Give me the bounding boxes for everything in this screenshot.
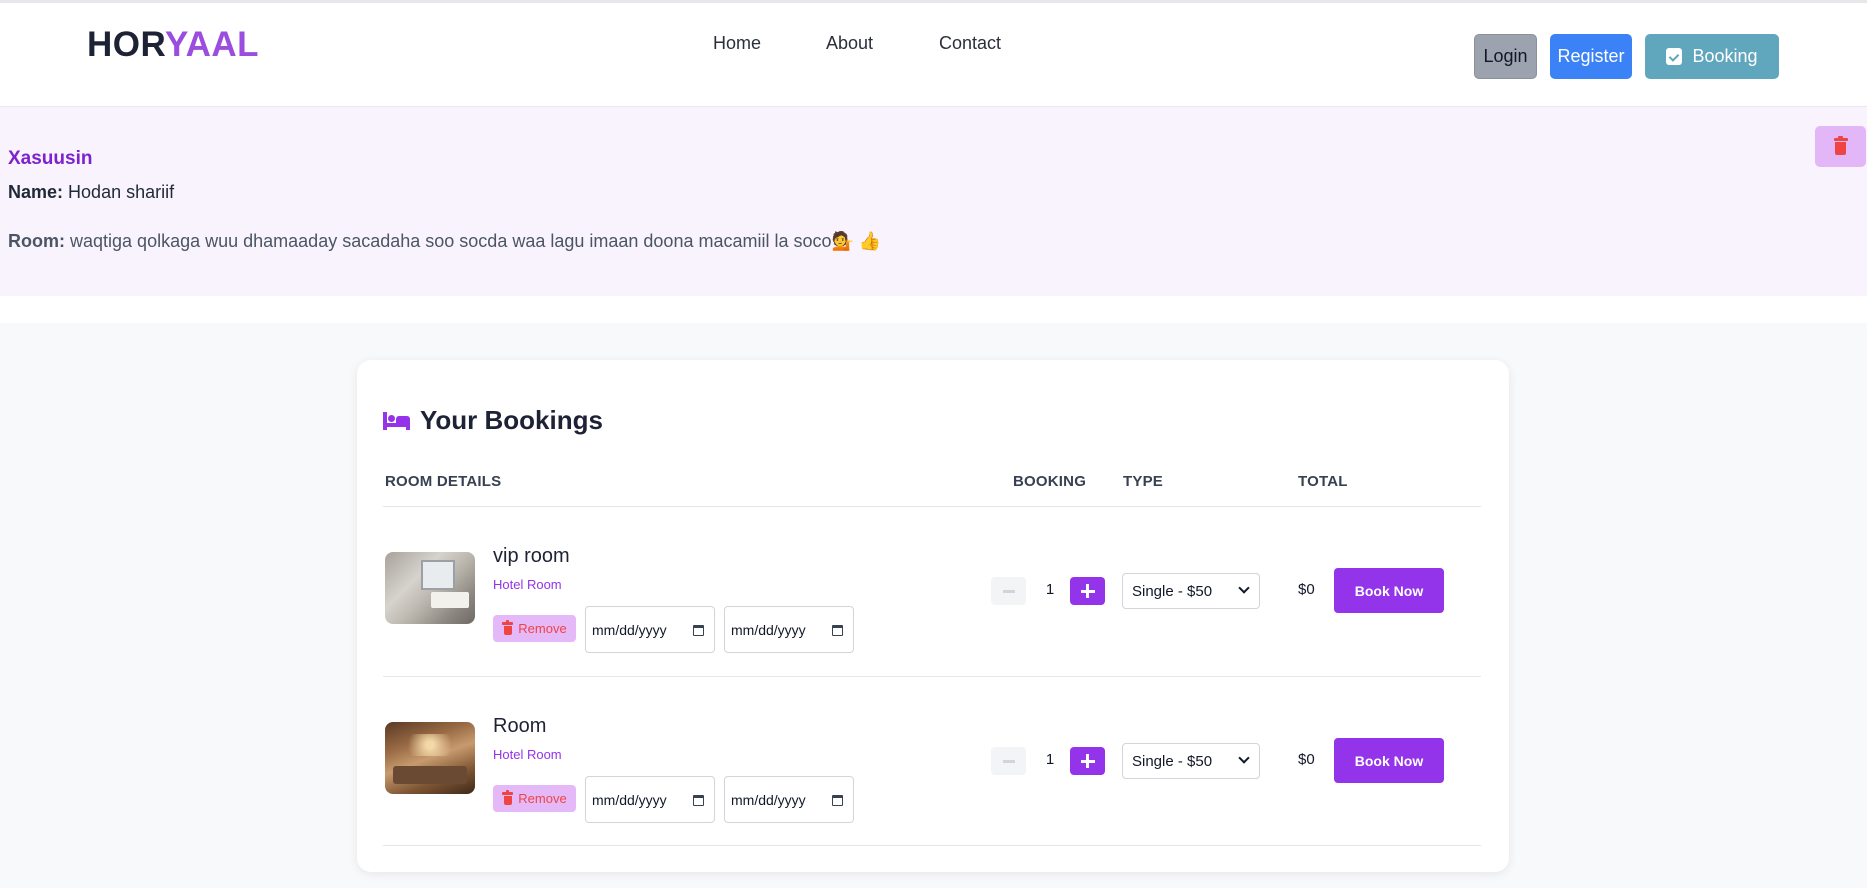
remove-button-label: Remove <box>518 791 567 806</box>
booking-row: vip room Hotel Room Remove mm/dd/yyyy mm… <box>357 507 1509 677</box>
login-button-label: Login <box>1483 46 1528 66</box>
booking-button[interactable]: Booking <box>1645 34 1779 79</box>
logo-text-primary: HOR <box>87 25 165 64</box>
notice-title: Xasuusin <box>8 148 93 169</box>
check-in-date-input[interactable]: mm/dd/yyyy <box>585 606 715 653</box>
notice-room-label: Room: <box>8 231 65 251</box>
trash-icon <box>502 790 514 805</box>
check-out-date-input[interactable]: mm/dd/yyyy <box>724 606 854 653</box>
bookings-title: Your Bookings <box>383 405 603 436</box>
column-header-type: TYPE <box>1123 473 1163 490</box>
notice-name-label: Name: <box>8 182 64 202</box>
date-placeholder: mm/dd/yyyy <box>592 791 667 808</box>
nav-contact-link[interactable]: Contact <box>939 33 1001 54</box>
trash-icon <box>1833 136 1848 155</box>
room-name: Room <box>493 715 547 737</box>
chevron-down-icon <box>1238 582 1250 594</box>
notice-name: Name: Hodan shariif <box>8 182 174 203</box>
book-now-label: Book Now <box>1354 582 1424 599</box>
book-now-button[interactable]: Book Now <box>1334 568 1444 613</box>
chevron-down-icon <box>1238 752 1250 764</box>
date-placeholder: mm/dd/yyyy <box>592 621 667 638</box>
column-header-room-details: ROOM DETAILS <box>385 473 502 490</box>
login-button[interactable]: Login <box>1474 34 1537 79</box>
room-category: Hotel Room <box>493 577 562 592</box>
trash-icon <box>502 620 514 635</box>
booking-row: Room Hotel Room Remove mm/dd/yyyy mm/dd/… <box>357 677 1509 847</box>
room-type-selected: Single - $50 <box>1132 582 1213 600</box>
remove-button[interactable]: Remove <box>493 785 576 812</box>
book-now-button[interactable]: Book Now <box>1334 738 1444 783</box>
site-header: HORYAAL Home About Contact Login Registe… <box>0 0 1867 107</box>
nav-about-link[interactable]: About <box>826 33 873 54</box>
room-thumbnail <box>385 552 475 624</box>
calendar-icon[interactable] <box>693 795 704 806</box>
nav-home-link[interactable]: Home <box>713 33 761 54</box>
register-button[interactable]: Register <box>1550 34 1632 79</box>
calendar-check-icon <box>1666 48 1683 65</box>
calendar-icon[interactable] <box>693 625 704 636</box>
notice-name-value: Hodan shariif <box>68 182 175 202</box>
row-divider <box>383 845 1481 846</box>
check-in-date-input[interactable]: mm/dd/yyyy <box>585 776 715 823</box>
spacer-band <box>0 296 1867 323</box>
check-out-date-input[interactable]: mm/dd/yyyy <box>724 776 854 823</box>
register-button-label: Register <box>1557 46 1625 66</box>
notice-room-value: waqtiga qolkaga wuu dhamaaday sacadaha s… <box>70 231 882 251</box>
minus-icon <box>1002 759 1015 763</box>
room-category: Hotel Room <box>493 747 562 762</box>
decrease-quantity-button[interactable] <box>991 577 1026 605</box>
notice-delete-button[interactable] <box>1815 126 1866 167</box>
remove-button[interactable]: Remove <box>493 615 576 642</box>
calendar-icon[interactable] <box>832 795 843 806</box>
increase-quantity-button[interactable] <box>1070 747 1105 775</box>
quantity-value: 1 <box>1045 751 1055 768</box>
decrease-quantity-button[interactable] <box>991 747 1026 775</box>
date-placeholder: mm/dd/yyyy <box>731 621 806 638</box>
notice-panel: Xasuusin Name: Hodan shariif Room: waqti… <box>0 107 1867 296</box>
booking-button-label: Booking <box>1692 46 1758 66</box>
date-placeholder: mm/dd/yyyy <box>731 791 806 808</box>
column-header-total: TOTAL <box>1298 473 1348 490</box>
remove-button-label: Remove <box>518 621 567 636</box>
calendar-icon[interactable] <box>832 625 843 636</box>
row-total: $0 <box>1298 581 1315 598</box>
bed-icon <box>383 411 410 430</box>
bookings-card: Your Bookings ROOM DETAILS BOOKING TYPE … <box>357 360 1509 872</box>
notice-room: Room: waqtiga qolkaga wuu dhamaaday saca… <box>8 231 881 252</box>
room-type-select[interactable]: Single - $50 <box>1122 743 1260 779</box>
increase-quantity-button[interactable] <box>1070 577 1105 605</box>
column-header-booking: BOOKING <box>1013 473 1087 490</box>
quantity-value: 1 <box>1045 581 1055 598</box>
row-total: $0 <box>1298 751 1315 768</box>
logo-text-accent: YAAL <box>164 25 260 64</box>
room-type-selected: Single - $50 <box>1132 752 1213 770</box>
minus-icon <box>1002 589 1015 593</box>
bookings-title-text: Your Bookings <box>420 405 603 435</box>
room-type-select[interactable]: Single - $50 <box>1122 573 1260 609</box>
logo[interactable]: HORYAAL <box>87 25 259 65</box>
book-now-label: Book Now <box>1354 752 1424 769</box>
room-thumbnail <box>385 722 475 794</box>
room-name: vip room <box>493 545 570 567</box>
